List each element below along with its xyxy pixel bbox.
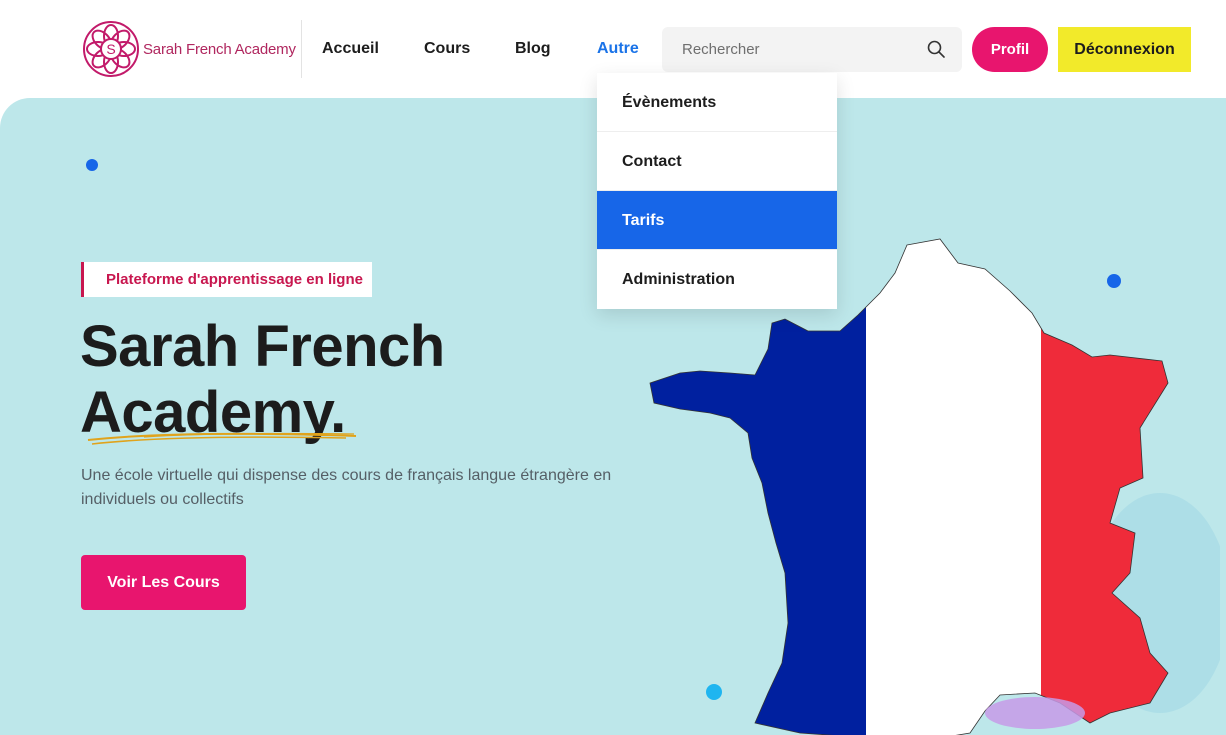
- dropdown-item-contact[interactable]: Contact: [597, 132, 837, 191]
- logo-link[interactable]: S Sarah French Academy: [82, 20, 296, 78]
- nav-accueil[interactable]: Accueil: [322, 40, 379, 58]
- header-divider: [301, 20, 302, 78]
- hero-title: Sarah French Academy.: [80, 314, 445, 446]
- flower-logo-icon: S: [83, 21, 139, 77]
- dropdown-item-administration[interactable]: Administration: [597, 250, 837, 309]
- search-icon[interactable]: [926, 39, 946, 59]
- nav-autre[interactable]: Autre: [597, 40, 639, 58]
- hero-eyebrow: Plateforme d'apprentissage en ligne: [81, 262, 372, 297]
- hero-subtitle: Une école virtuelle qui dispense des cou…: [81, 467, 612, 508]
- svg-text:S: S: [106, 41, 115, 57]
- profil-button[interactable]: Profil: [972, 27, 1048, 72]
- decor-dot: [86, 159, 98, 171]
- autre-dropdown-menu: Évènements Contact Tarifs Administration: [597, 73, 837, 309]
- dropdown-item-evenements[interactable]: Évènements: [597, 73, 837, 132]
- page: S Sarah French Academy Accueil Cours Blo…: [0, 0, 1226, 735]
- voir-les-cours-button[interactable]: Voir Les Cours: [81, 555, 246, 610]
- scribble-underline: [87, 432, 357, 445]
- search-box: [662, 27, 962, 72]
- dropdown-item-tarifs[interactable]: Tarifs: [597, 191, 837, 250]
- hero-title-line1: Sarah French: [80, 314, 445, 379]
- search-input[interactable]: [662, 27, 922, 72]
- nav-blog[interactable]: Blog: [515, 40, 551, 58]
- nav-cours[interactable]: Cours: [424, 40, 470, 58]
- logo-text: Sarah French Academy: [143, 40, 296, 58]
- deconnexion-button[interactable]: Déconnexion: [1058, 27, 1191, 72]
